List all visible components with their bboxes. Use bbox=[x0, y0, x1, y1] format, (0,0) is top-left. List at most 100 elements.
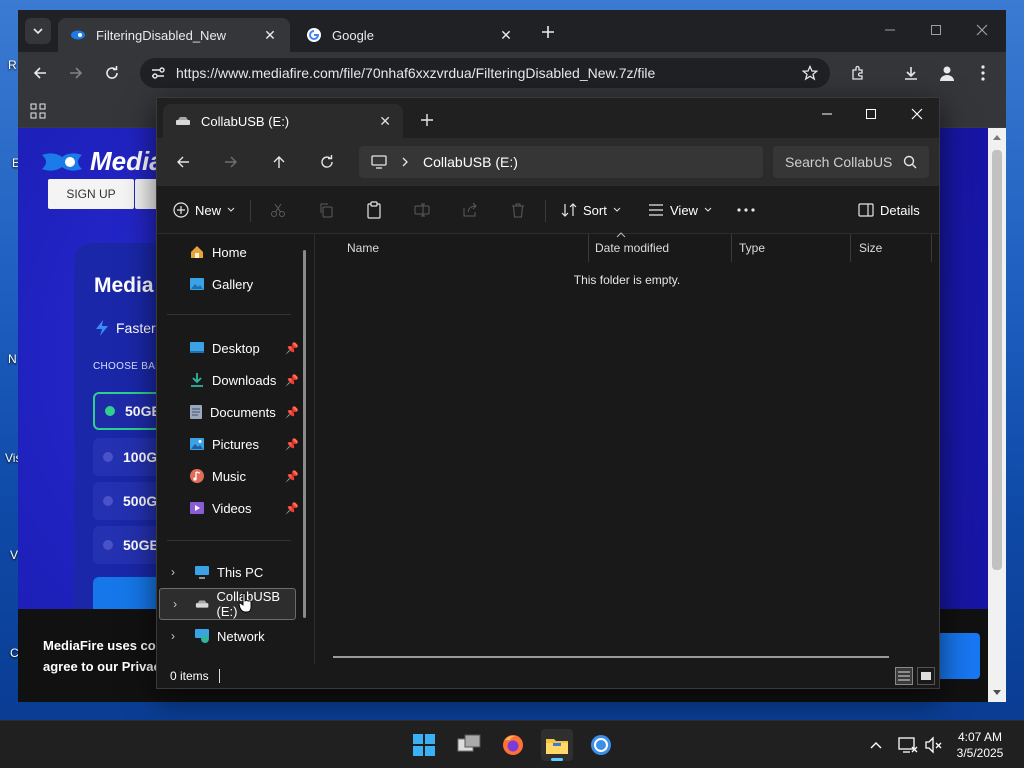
signup-button[interactable]: SIGN UP bbox=[48, 179, 134, 209]
share-button[interactable] bbox=[462, 198, 478, 222]
divider bbox=[545, 200, 546, 222]
desktop-icon-label[interactable]: R bbox=[8, 58, 17, 72]
pin-icon[interactable]: 📌 bbox=[285, 438, 299, 451]
speaker-muted-icon bbox=[925, 736, 942, 754]
new-button[interactable]: New bbox=[173, 198, 235, 222]
maximize-button[interactable] bbox=[924, 18, 948, 42]
nav-item-music[interactable]: Music 📌 bbox=[157, 460, 307, 492]
desktop-icon-label[interactable]: N bbox=[8, 352, 17, 366]
tab-google[interactable]: Google ✕ bbox=[294, 18, 526, 52]
nav-item-videos[interactable]: Videos 📌 bbox=[157, 492, 307, 524]
logo-text: Media bbox=[90, 146, 164, 176]
tab-filteringdisabled[interactable]: FilteringDisabled_New ✕ bbox=[58, 18, 290, 52]
show-hidden-icons-button[interactable] bbox=[860, 729, 892, 761]
navigation-pane: Home Gallery Desktop 📌 Downloads 📌 Docum… bbox=[157, 234, 315, 664]
sort-button[interactable]: Sort bbox=[561, 198, 621, 222]
desktop-icon-label[interactable]: V bbox=[10, 548, 18, 562]
back-button[interactable] bbox=[28, 61, 52, 85]
copy-button[interactable] bbox=[318, 198, 334, 222]
nav-item-downloads[interactable]: Downloads 📌 bbox=[157, 364, 307, 396]
nav-item-desktop[interactable]: Desktop 📌 bbox=[157, 332, 307, 364]
new-tab-button[interactable] bbox=[536, 20, 560, 44]
clipboard-icon bbox=[367, 201, 381, 219]
pin-icon[interactable]: 📌 bbox=[285, 406, 299, 419]
nav-item-documents[interactable]: Documents 📌 bbox=[157, 396, 307, 428]
column-label: Size bbox=[859, 241, 883, 255]
profile-button[interactable] bbox=[935, 61, 959, 85]
column-label: Name bbox=[347, 241, 380, 255]
column-header-name[interactable]: Name bbox=[339, 234, 589, 262]
pin-icon[interactable]: 📌 bbox=[285, 470, 299, 483]
start-button[interactable] bbox=[408, 729, 440, 761]
explorer-close-button[interactable] bbox=[905, 102, 929, 126]
volume-button[interactable] bbox=[918, 729, 950, 761]
delete-button[interactable] bbox=[510, 198, 526, 222]
forward-button[interactable] bbox=[64, 61, 88, 85]
plus-icon bbox=[421, 114, 433, 126]
address-bar[interactable]: https://www.mediafire.com/file/70nhaf6xx… bbox=[140, 58, 830, 88]
chrome-menu-button[interactable] bbox=[971, 61, 995, 85]
tiles-view-button[interactable] bbox=[917, 667, 935, 685]
column-header-date-modified[interactable]: Date modified bbox=[587, 234, 732, 262]
page-scrollbar[interactable] bbox=[988, 128, 1006, 702]
nav-item-pictures[interactable]: Pictures 📌 bbox=[157, 428, 307, 460]
details-pane-button[interactable]: Details bbox=[858, 198, 920, 222]
column-header-size[interactable]: Size bbox=[851, 234, 932, 262]
nav-scrollbar[interactable] bbox=[303, 250, 306, 618]
pin-icon[interactable]: 📌 bbox=[285, 374, 299, 387]
pin-icon[interactable]: 📌 bbox=[285, 342, 299, 355]
mediafire-logo[interactable]: Media bbox=[40, 146, 164, 177]
nav-item-home[interactable]: Home bbox=[157, 236, 307, 268]
pin-icon[interactable]: 📌 bbox=[285, 502, 299, 515]
explorer-back-button[interactable] bbox=[169, 148, 197, 176]
nav-label: Home bbox=[212, 244, 247, 260]
view-button[interactable]: View bbox=[648, 198, 712, 222]
explorer-refresh-button[interactable] bbox=[313, 148, 341, 176]
chevron-right-icon[interactable]: › bbox=[165, 565, 181, 579]
extensions-button[interactable] bbox=[846, 61, 870, 85]
tab-search-button[interactable] bbox=[25, 18, 51, 44]
explorer-tab[interactable]: CollabUSB (E:) ✕ bbox=[163, 104, 403, 138]
close-tab-icon[interactable]: ✕ bbox=[498, 27, 514, 43]
see-more-button[interactable] bbox=[737, 198, 755, 222]
firefox-taskbar-button[interactable] bbox=[497, 729, 529, 761]
close-tab-icon[interactable]: ✕ bbox=[379, 113, 391, 130]
task-view-button[interactable] bbox=[453, 729, 485, 761]
minimize-button[interactable] bbox=[878, 18, 902, 42]
file-explorer-taskbar-button[interactable] bbox=[541, 729, 573, 761]
paste-button[interactable] bbox=[366, 198, 382, 222]
nav-item-this-pc[interactable]: › This PC bbox=[157, 556, 307, 588]
reload-button[interactable] bbox=[100, 61, 124, 85]
taskbar-clock[interactable]: 4:07 AM 3/5/2025 bbox=[948, 729, 1012, 761]
chevron-right-icon[interactable]: › bbox=[165, 629, 181, 643]
scrollbar-thumb[interactable] bbox=[992, 150, 1002, 570]
close-button[interactable] bbox=[970, 18, 994, 42]
horizontal-scrollbar[interactable] bbox=[333, 656, 889, 658]
cookie-line[interactable]: agree to our Privac bbox=[43, 656, 164, 677]
explorer-forward-button[interactable] bbox=[217, 148, 245, 176]
explorer-new-tab-button[interactable] bbox=[415, 108, 439, 132]
apps-button[interactable] bbox=[26, 99, 50, 123]
downloads-folder-icon bbox=[191, 373, 203, 387]
column-header-type[interactable]: Type bbox=[731, 234, 851, 262]
chrome-taskbar-button[interactable] bbox=[585, 729, 617, 761]
details-view-button[interactable] bbox=[895, 667, 913, 685]
chevron-right-icon bbox=[402, 157, 408, 167]
nav-item-network[interactable]: › Network bbox=[157, 620, 307, 652]
rename-button[interactable] bbox=[414, 198, 430, 222]
downloads-button[interactable] bbox=[899, 61, 923, 85]
nav-item-gallery[interactable]: Gallery bbox=[157, 268, 307, 300]
explorer-up-button[interactable] bbox=[265, 148, 293, 176]
close-tab-icon[interactable]: ✕ bbox=[262, 27, 278, 43]
explorer-minimize-button[interactable] bbox=[815, 102, 839, 126]
explorer-address-row: CollabUSB (E:) Search CollabUS bbox=[157, 138, 939, 186]
chevron-right-icon[interactable]: › bbox=[168, 597, 182, 611]
explorer-search-input[interactable]: Search CollabUS bbox=[773, 146, 929, 178]
explorer-path-box[interactable]: CollabUSB (E:) bbox=[359, 146, 763, 178]
cookie-accept-button[interactable] bbox=[940, 633, 980, 679]
explorer-maximize-button[interactable] bbox=[859, 102, 883, 126]
cut-button[interactable] bbox=[270, 198, 286, 222]
path-segment[interactable]: CollabUSB (E:) bbox=[423, 154, 518, 170]
nav-item-collabusb[interactable]: › CollabUSB (E:) bbox=[159, 588, 296, 620]
tab-strip: FilteringDisabled_New ✕ Google ✕ bbox=[18, 10, 1006, 52]
